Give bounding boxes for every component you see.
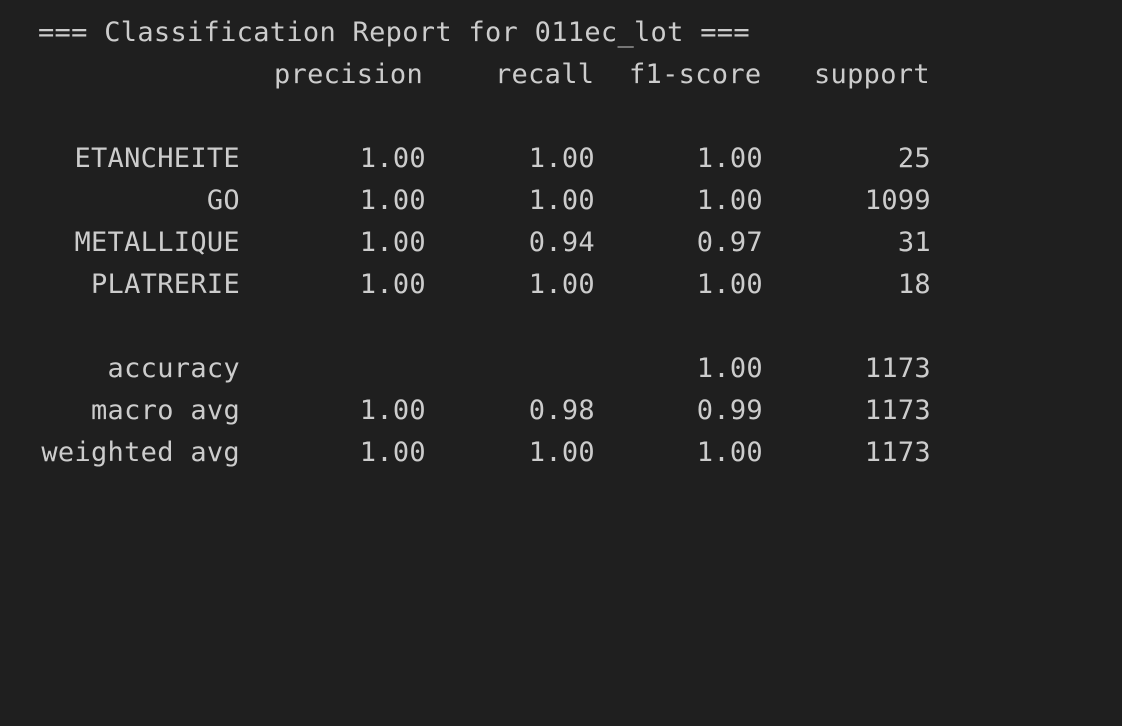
row-f1-score: 1.00	[696, 185, 763, 216]
summary-row-macro-avg: macro avg 1.00 0.98 0.99 1173	[0, 390, 1122, 432]
row-label: macro avg	[91, 395, 240, 426]
row-f1-score: 1.00	[696, 269, 763, 300]
row-support: 1173	[864, 437, 931, 468]
row-recall: 1.00	[528, 437, 595, 468]
row-support: 31	[897, 227, 931, 258]
table-row: PLATRERIE 1.00 1.00 1.00 18	[0, 264, 1122, 306]
table-row: GO 1.00 1.00 1.00 1099	[0, 180, 1122, 222]
table-row: METALLIQUE 1.00 0.94 0.97 31	[0, 222, 1122, 264]
report-title: === Classification Report for 011ec_lot …	[38, 17, 750, 48]
row-recall: 1.00	[528, 143, 595, 174]
row-support: 1173	[864, 353, 931, 384]
row-recall: 1.00	[528, 185, 595, 216]
report-title-line: === Classification Report for 011ec_lot …	[0, 12, 1122, 54]
header-recall: recall	[495, 59, 595, 90]
row-precision: 1.00	[359, 143, 426, 174]
row-label: accuracy	[107, 353, 240, 384]
row-precision: 1.00	[359, 437, 426, 468]
summary-row-accuracy: accuracy 1.00 1173	[0, 348, 1122, 390]
row-label: ETANCHEITE	[74, 143, 240, 174]
row-label: weighted avg	[41, 437, 240, 468]
row-recall: 0.98	[528, 395, 595, 426]
row-precision: 1.00	[359, 269, 426, 300]
row-precision: 1.00	[359, 227, 426, 258]
summary-row-weighted-avg: weighted avg 1.00 1.00 1.00 1173	[0, 432, 1122, 474]
header-support: support	[814, 59, 930, 90]
row-f1-score: 0.99	[696, 395, 763, 426]
row-support: 1173	[864, 395, 931, 426]
row-label: GO	[206, 185, 240, 216]
row-label: METALLIQUE	[74, 227, 240, 258]
header-f1-score: f1-score	[629, 59, 762, 90]
row-recall: 0.94	[528, 227, 595, 258]
header-row: precision recall f1-score support	[0, 54, 1122, 96]
row-precision: 1.00	[359, 395, 426, 426]
header-precision: precision	[274, 59, 423, 90]
row-f1-score: 1.00	[696, 143, 763, 174]
terminal-output: === Classification Report for 011ec_lot …	[0, 0, 1122, 510]
row-recall: 1.00	[528, 269, 595, 300]
row-f1-score: 0.97	[696, 227, 763, 258]
row-label: PLATRERIE	[91, 269, 240, 300]
row-f1-score: 1.00	[696, 353, 763, 384]
row-support: 18	[897, 269, 931, 300]
table-row: ETANCHEITE 1.00 1.00 1.00 25	[0, 138, 1122, 180]
row-support: 1099	[864, 185, 931, 216]
row-support: 25	[897, 143, 931, 174]
row-f1-score: 1.00	[696, 437, 763, 468]
row-precision: 1.00	[359, 185, 426, 216]
